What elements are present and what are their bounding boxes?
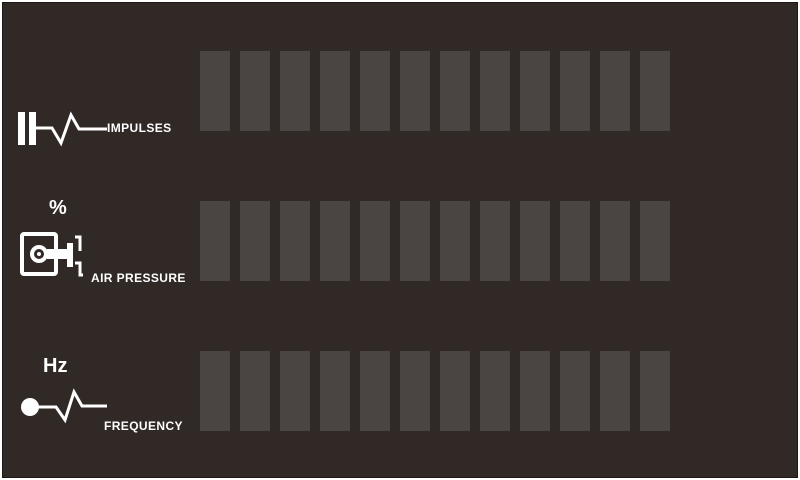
- bar-segment: [400, 51, 430, 131]
- bar-segment: [400, 201, 430, 281]
- bar-segment: [200, 201, 230, 281]
- bar-segment: [480, 51, 510, 131]
- bar-segment: [520, 51, 550, 131]
- bar-segment: [320, 201, 350, 281]
- frequency-pulse-icon: [21, 388, 107, 424]
- frequency-label: FREQUENCY: [104, 419, 183, 433]
- bar-segment: [560, 201, 590, 281]
- bar-segment: [320, 51, 350, 131]
- air-pressure-bar: [200, 201, 670, 281]
- bar-segment: [400, 351, 430, 431]
- bar-segment: [640, 201, 670, 281]
- bar-segment: [240, 51, 270, 131]
- bar-segment: [640, 51, 670, 131]
- impulses-label: IMPULSES: [107, 121, 172, 135]
- bar-segment: [280, 351, 310, 431]
- bar-segment: [600, 51, 630, 131]
- bar-segment: [240, 201, 270, 281]
- meter-panel: IMPULSES % AIR PRESSURE Hz FREQUENCY: [2, 2, 798, 478]
- bar-segment: [440, 351, 470, 431]
- bar-segment: [320, 351, 350, 431]
- bar-segment: [280, 51, 310, 131]
- impulses-meter: IMPULSES: [3, 3, 799, 147]
- bar-segment: [360, 201, 390, 281]
- impulses-bar: [200, 51, 670, 131]
- bar-segment: [520, 201, 550, 281]
- bar-segment: [600, 201, 630, 281]
- bar-segment: [480, 351, 510, 431]
- frequency-meter: Hz FREQUENCY: [3, 301, 799, 433]
- bar-segment: [240, 351, 270, 431]
- bar-segment: [560, 51, 590, 131]
- frequency-unit: Hz: [43, 355, 68, 377]
- bar-segment: [360, 51, 390, 131]
- bar-segment: [440, 51, 470, 131]
- bar-segment: [520, 351, 550, 431]
- bar-segment: [200, 351, 230, 431]
- bar-segment: [360, 351, 390, 431]
- bar-segment: [480, 201, 510, 281]
- bar-segment: [600, 351, 630, 431]
- bar-segment: [640, 351, 670, 431]
- bar-segment: [200, 51, 230, 131]
- air-pressure-label: AIR PRESSURE: [91, 271, 186, 285]
- bar-segment: [560, 351, 590, 431]
- frequency-bar: [200, 351, 670, 431]
- bar-segment: [440, 201, 470, 281]
- air-pressure-meter: % AIR PRESSURE: [3, 151, 799, 285]
- bar-segment: [280, 201, 310, 281]
- air-pressure-unit: %: [49, 197, 67, 219]
